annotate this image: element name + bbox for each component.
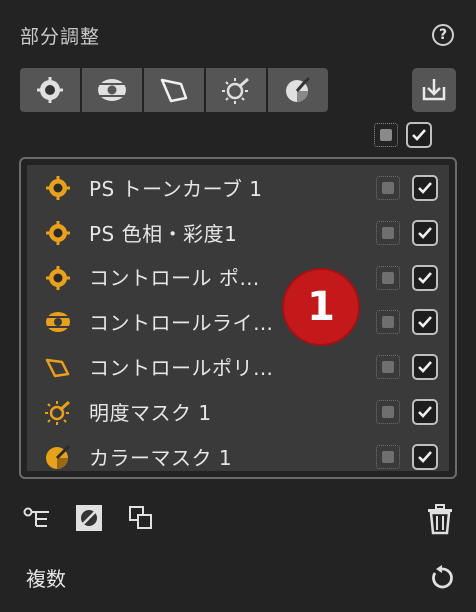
control-line-icon [98,79,126,101]
layer-enable-checkbox[interactable] [412,175,438,201]
luminosity-mask-tool-button[interactable] [206,68,266,112]
control-point-icon [37,77,63,103]
checkmark-icon [418,361,432,374]
layer-row[interactable]: 明度マスク 1 [27,389,449,434]
control-polygon-icon [160,78,188,103]
layer-enable-checkbox[interactable] [412,219,438,246]
help-button[interactable]: ? [432,24,454,46]
checkmark-icon [412,129,426,141]
layer-mask-toggle[interactable] [376,265,400,290]
layer-enable-checkbox[interactable] [412,443,438,470]
control-point-tool-button[interactable] [20,68,80,112]
luminosity-mask-icon [222,77,249,104]
layer-enable-checkbox[interactable] [412,309,438,336]
tool-strip [20,68,328,112]
hierarchy-button[interactable] [22,503,52,533]
layer-mask-toggle[interactable] [376,310,400,335]
footer-label: 複数 [26,567,66,591]
enable-all-checkbox[interactable] [406,122,432,148]
duplicate-icon [129,506,152,529]
control-point-icon [46,220,70,245]
layer-label: コントロールポリ… [89,356,274,381]
layer-row[interactable]: PS 色相・彩度1 [27,210,449,255]
layer-mask-toggle[interactable] [376,399,400,424]
control-point-icon [46,176,70,200]
control-line-icon [46,312,70,333]
layer-enable-checkbox[interactable] [412,354,438,381]
color-mask-icon [286,76,311,102]
control-polygon-icon [45,358,70,378]
panel-title: 部分調整 [20,26,101,48]
checkmark-icon [418,450,432,463]
hierarchy-icon [23,507,49,527]
layer-row[interactable]: コントロールポリ… [27,344,449,389]
luminosity-mask-icon [45,400,70,425]
checkmark-icon [418,271,432,284]
color-mask-icon [46,444,71,469]
download-icon [422,79,446,101]
control-polygon-tool-button[interactable] [144,68,204,112]
layer-mask-toggle[interactable] [376,444,400,469]
invert-mask-button[interactable] [74,503,104,533]
checkmark-icon [418,182,432,194]
duplicate-button[interactable] [126,503,156,533]
layer-row[interactable]: コントロールライ… [27,299,449,344]
layer-mask-toggle[interactable] [376,220,400,245]
layer-row[interactable]: カラーマスク 1 [27,434,449,479]
control-point-icon [46,265,70,290]
trash-icon[interactable] [424,503,456,535]
layer-row[interactable]: PS トーンカーブ 1 [27,165,449,210]
layer-mask-toggle[interactable] [376,355,400,380]
layer-enable-checkbox[interactable] [412,398,438,425]
bottom-toolbar [22,503,156,533]
layer-label: PS 色相・彩度1 [89,221,238,246]
reset-icon[interactable] [428,564,456,592]
checkmark-icon [418,316,432,329]
all-layers-toggles [374,122,432,148]
callout-badge: 1 [282,268,360,346]
invert-mask-icon [76,505,102,531]
checkmark-icon [418,226,432,239]
layer-label: 明度マスク 1 [89,400,212,425]
control-line-tool-button[interactable] [82,68,142,112]
checkmark-icon [418,406,432,418]
layer-list: PS トーンカーブ 1 PS 色相・彩度1 コントロール ポ… コントロールライ… [19,157,457,479]
color-mask-tool-button[interactable] [268,68,328,112]
layer-label: PS トーンカーブ 1 [89,176,263,201]
layer-row[interactable]: コントロール ポ… [27,255,449,300]
import-button[interactable] [412,68,456,112]
layer-label: カラーマスク 1 [89,445,233,470]
layer-label: コントロールライ… [89,311,274,336]
show-all-masks-toggle[interactable] [374,123,398,147]
layer-enable-checkbox[interactable] [412,264,438,291]
layer-label: コントロール ポ… [89,266,260,291]
layer-mask-toggle[interactable] [376,176,400,200]
